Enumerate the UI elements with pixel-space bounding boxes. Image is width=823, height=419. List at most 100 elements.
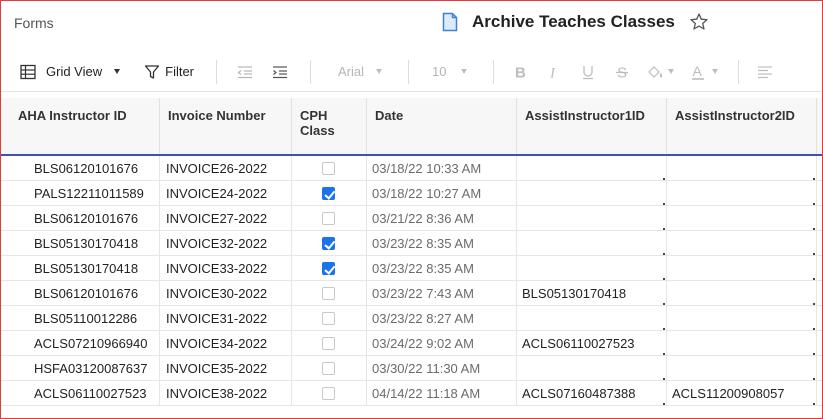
cell-cph-class[interactable]	[292, 206, 367, 231]
favorite-star-icon[interactable]	[689, 12, 709, 32]
cell-date[interactable]: 03/23/22 7:43 AM	[367, 281, 517, 306]
table-row[interactable]: BLS05130170418 INVOICE32-2022 03/23/22 8:3…	[0, 231, 823, 256]
bold-button[interactable]: B	[512, 52, 528, 92]
cell-assist-instructor-1-id[interactable]	[517, 206, 667, 231]
cell-assist-instructor-1-id[interactable]	[517, 156, 667, 181]
cell-cph-class[interactable]	[292, 181, 367, 206]
column-header-cph-class[interactable]: CPH Class	[292, 98, 367, 154]
cell-invoice-number[interactable]: INVOICE38-2022	[160, 381, 292, 406]
fill-color-button[interactable]	[646, 52, 674, 92]
cell-assist-instructor-2-id[interactable]	[667, 306, 817, 331]
increase-indent-button[interactable]	[272, 52, 288, 92]
cell-assist-instructor-1-id[interactable]	[517, 306, 667, 331]
strikethrough-button[interactable]: S	[614, 52, 630, 92]
cell-assist-instructor-1-id[interactable]: BLS05130170418	[517, 281, 667, 306]
cell-assist-instructor-1-id[interactable]	[517, 256, 667, 281]
decrease-indent-button[interactable]	[237, 52, 253, 92]
cell-assist-instructor-1-id[interactable]: ACLS07160487388	[517, 381, 667, 406]
table-row[interactable]: ACLS06110027523 INVOICE38-2022 04/14/22 11…	[0, 381, 823, 406]
cell-aha-instructor-id[interactable]: PALS12211011589	[10, 181, 160, 206]
cell-date[interactable]: 03/30/22 11:30 AM	[367, 356, 517, 381]
cph-class-checkbox[interactable]	[322, 237, 335, 250]
grid-view-dropdown[interactable]: Grid View	[20, 52, 121, 92]
cell-aha-instructor-id[interactable]: ACLS06110027523	[10, 381, 160, 406]
cell-invoice-number[interactable]: INVOICE31-2022	[160, 306, 292, 331]
cell-invoice-number[interactable]: INVOICE34-2022	[160, 331, 292, 356]
cell-invoice-number[interactable]: INVOICE35-2022	[160, 356, 292, 381]
cell-date[interactable]: 04/14/22 11:18 AM	[367, 381, 517, 406]
cph-class-checkbox[interactable]	[322, 187, 335, 200]
cell-assist-instructor-1-id[interactable]	[517, 181, 667, 206]
text-color-button[interactable]: A	[690, 52, 718, 92]
cell-cph-class[interactable]	[292, 281, 367, 306]
cell-aha-instructor-id[interactable]: BLS06120101676	[10, 281, 160, 306]
table-row[interactable]: HSFA03120087637 INVOICE35-2022 03/30/22 11…	[0, 356, 823, 381]
cell-assist-instructor-2-id[interactable]: ACLS11200908057	[667, 381, 817, 406]
column-header-assist-instructor-1-id[interactable]: AssistInstructor1ID	[517, 98, 667, 154]
cell-assist-instructor-1-id[interactable]: ACLS06110027523	[517, 331, 667, 356]
cell-cph-class[interactable]	[292, 231, 367, 256]
font-size-dropdown[interactable]: 10	[432, 52, 467, 92]
cell-aha-instructor-id[interactable]: BLS06120101676	[10, 156, 160, 181]
cph-class-checkbox[interactable]	[322, 337, 335, 350]
cell-cph-class[interactable]	[292, 306, 367, 331]
cell-assist-instructor-2-id[interactable]	[667, 256, 817, 281]
column-header-invoice-number[interactable]: Invoice Number	[160, 98, 292, 154]
column-header-assist-instructor-2-id[interactable]: AssistInstructor2ID	[667, 98, 817, 154]
table-row[interactable]: PALS12211011589 INVOICE24-2022 03/18/22 10…	[0, 181, 823, 206]
cell-assist-instructor-1-id[interactable]	[517, 231, 667, 256]
cell-aha-instructor-id[interactable]: BLS05110012286	[10, 306, 160, 331]
cell-date[interactable]: 03/21/22 8:36 AM	[367, 206, 517, 231]
cell-assist-instructor-1-id[interactable]	[517, 356, 667, 381]
table-row[interactable]: BLS05110012286 INVOICE31-2022 03/23/22 8:2…	[0, 306, 823, 331]
cell-aha-instructor-id[interactable]: BLS06120101676	[10, 206, 160, 231]
forms-link[interactable]: Forms	[14, 15, 54, 31]
table-row[interactable]: ACLS07210966940 INVOICE34-2022 03/24/22 9:…	[0, 331, 823, 356]
table-row[interactable]: BLS05130170418 INVOICE33-2022 03/23/22 8:3…	[0, 256, 823, 281]
cell-assist-instructor-2-id[interactable]	[667, 356, 817, 381]
cph-class-checkbox[interactable]	[322, 262, 335, 275]
table-row[interactable]: BLS06120101676 INVOICE27-2022 03/21/22 8:3…	[0, 206, 823, 231]
cell-cph-class[interactable]	[292, 156, 367, 181]
cell-invoice-number[interactable]: INVOICE30-2022	[160, 281, 292, 306]
cell-invoice-number[interactable]: INVOICE24-2022	[160, 181, 292, 206]
underline-button[interactable]	[580, 52, 596, 92]
cell-date[interactable]: 03/23/22 8:35 AM	[367, 231, 517, 256]
font-family-dropdown[interactable]: Arial	[338, 52, 383, 92]
cell-assist-instructor-2-id[interactable]	[667, 281, 817, 306]
cell-aha-instructor-id[interactable]: HSFA03120087637	[10, 356, 160, 381]
cell-cph-class[interactable]	[292, 331, 367, 356]
column-header-aha-instructor-id[interactable]: AHA Instructor ID	[10, 98, 160, 154]
cell-invoice-number[interactable]: INVOICE27-2022	[160, 206, 292, 231]
cell-cph-class[interactable]	[292, 256, 367, 281]
cph-class-checkbox[interactable]	[322, 312, 335, 325]
cell-aha-instructor-id[interactable]: BLS05130170418	[10, 256, 160, 281]
table-row[interactable]: BLS06120101676 INVOICE26-2022 03/18/22 10:…	[0, 156, 823, 181]
cell-cph-class[interactable]	[292, 381, 367, 406]
cell-assist-instructor-2-id[interactable]	[667, 181, 817, 206]
cell-invoice-number[interactable]: INVOICE33-2022	[160, 256, 292, 281]
cell-aha-instructor-id[interactable]: ACLS07210966940	[10, 331, 160, 356]
cell-date[interactable]: 03/23/22 8:35 AM	[367, 256, 517, 281]
column-header-date[interactable]: Date	[367, 98, 517, 154]
cell-invoice-number[interactable]: INVOICE26-2022	[160, 156, 292, 181]
cell-date[interactable]: 03/23/22 8:27 AM	[367, 306, 517, 331]
cph-class-checkbox[interactable]	[322, 362, 335, 375]
cph-class-checkbox[interactable]	[322, 387, 335, 400]
cell-aha-instructor-id[interactable]: BLS05130170418	[10, 231, 160, 256]
align-left-button[interactable]	[757, 52, 773, 92]
cell-date[interactable]: 03/18/22 10:33 AM	[367, 156, 517, 181]
cell-assist-instructor-2-id[interactable]	[667, 156, 817, 181]
filter-button[interactable]: Filter	[144, 52, 194, 92]
cell-date[interactable]: 03/24/22 9:02 AM	[367, 331, 517, 356]
italic-button[interactable]: I	[546, 52, 562, 92]
table-row[interactable]: BLS06120101676 INVOICE30-2022 03/23/22 7:4…	[0, 281, 823, 306]
cell-assist-instructor-2-id[interactable]	[667, 231, 817, 256]
cell-assist-instructor-2-id[interactable]	[667, 331, 817, 356]
cell-cph-class[interactable]	[292, 356, 367, 381]
cell-assist-instructor-2-id[interactable]	[667, 206, 817, 231]
cph-class-checkbox[interactable]	[322, 212, 335, 225]
cell-date[interactable]: 03/18/22 10:27 AM	[367, 181, 517, 206]
cell-invoice-number[interactable]: INVOICE32-2022	[160, 231, 292, 256]
cph-class-checkbox[interactable]	[322, 287, 335, 300]
